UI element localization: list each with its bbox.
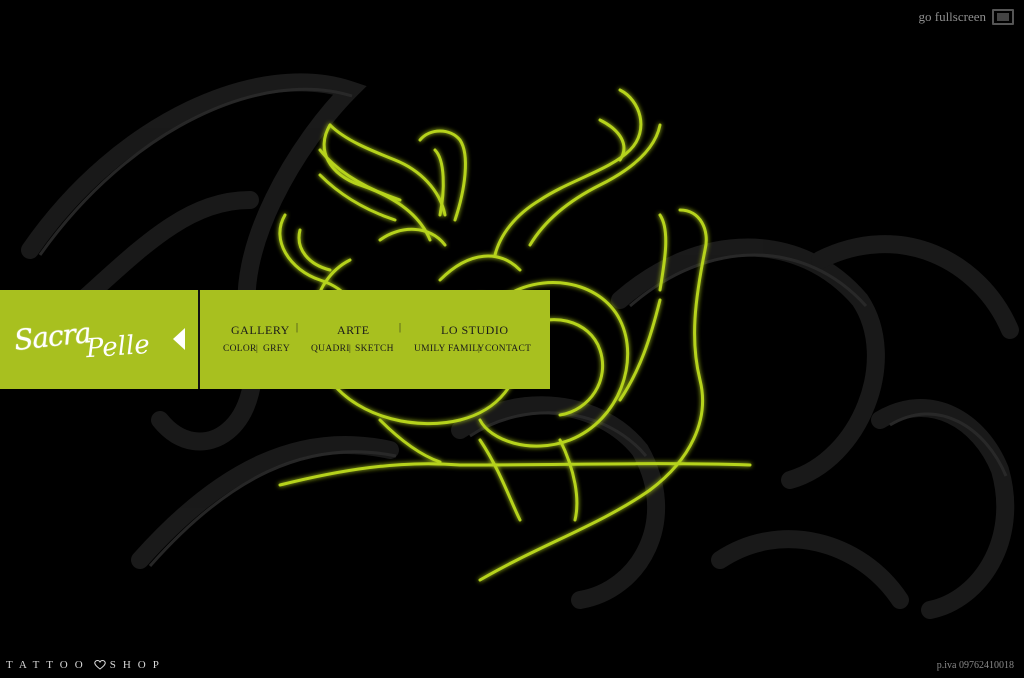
nav-sub-color[interactable]: COLOR bbox=[223, 344, 257, 354]
heart-icon bbox=[93, 660, 106, 670]
tagline-part-2: SHOP bbox=[109, 659, 166, 671]
nav-sub-sketch[interactable]: SKETCH bbox=[355, 344, 394, 354]
nav-separator: | bbox=[399, 322, 402, 333]
nav-arte[interactable]: ARTE bbox=[337, 323, 370, 338]
nav-sub-quadri[interactable]: QUADRI bbox=[311, 344, 350, 354]
go-fullscreen-button[interactable]: go fullscreen bbox=[918, 9, 1014, 25]
tagline-part-1: TATTOO bbox=[6, 659, 90, 671]
main-nav: GALLERY | ARTE | LO STUDIO COLOR | GREY … bbox=[0, 290, 550, 389]
nav-lo-studio[interactable]: LO STUDIO bbox=[441, 323, 509, 338]
menu-bar: Sacra Pelle GALLERY | ARTE | LO STUDIO C… bbox=[0, 290, 550, 389]
nav-sub-umily-family[interactable]: UMILY FAMILY bbox=[414, 344, 485, 354]
fullscreen-label[interactable]: go fullscreen bbox=[918, 9, 986, 25]
vat-number: p.iva 09762410018 bbox=[936, 660, 1014, 671]
nav-gallery[interactable]: GALLERY bbox=[231, 323, 290, 338]
tattoo-shop-tagline: TATTOO SHOP bbox=[6, 659, 166, 671]
fullscreen-icon[interactable] bbox=[992, 9, 1014, 25]
nav-separator: | bbox=[296, 322, 299, 333]
nav-sub-contact[interactable]: CONTACT bbox=[485, 344, 531, 354]
nav-sub-grey[interactable]: GREY bbox=[263, 344, 290, 354]
nav-sub-separator: | bbox=[256, 343, 258, 353]
nav-sub-separator: | bbox=[349, 343, 351, 353]
nav-sub-separator: | bbox=[478, 343, 480, 353]
